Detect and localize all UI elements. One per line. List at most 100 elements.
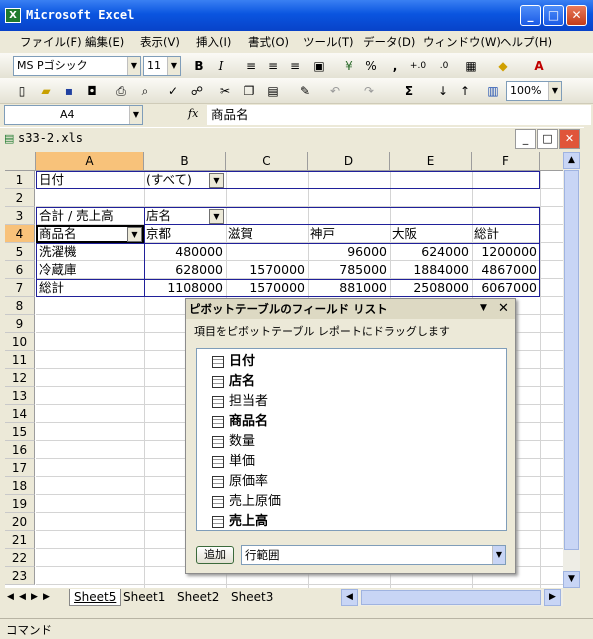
row-header[interactable]: 14 [5, 405, 35, 423]
column-field-dropdown-icon[interactable]: ▼ [209, 209, 224, 224]
align-left-icon[interactable]: ≡ [242, 57, 260, 75]
workbook-maximize-button[interactable]: □ [537, 129, 558, 149]
next-sheet-icon[interactable]: ▶ [31, 589, 38, 606]
align-right-icon[interactable]: ≡ [286, 57, 304, 75]
pivot-value-cell[interactable]: 2508000 [390, 279, 472, 297]
row-header[interactable]: 16 [5, 441, 35, 459]
workbook-close-button[interactable]: ✕ [559, 129, 580, 149]
pivot-value-cell[interactable]: 1884000 [390, 261, 472, 279]
percent-button[interactable]: % [362, 57, 380, 75]
field-item[interactable]: 数量 [212, 432, 255, 452]
prev-sheet-icon[interactable]: ◀ [19, 589, 26, 606]
menu-format[interactable]: 書式(O) [248, 34, 289, 50]
font-color-icon[interactable]: A [530, 57, 548, 75]
panel-dropdown-icon[interactable]: ▼ [480, 303, 487, 313]
spelling-icon[interactable]: ✓ [164, 82, 182, 100]
decrease-decimal-button[interactable]: .0 [432, 57, 456, 75]
menu-window[interactable]: ウィンドウ(W) [423, 34, 501, 50]
area-select[interactable]: 行範囲 ▼ [241, 545, 506, 565]
pivot-value-cell[interactable]: 628000 [144, 261, 226, 279]
maximize-button[interactable]: □ [543, 5, 564, 26]
column-header-c[interactable]: C [226, 152, 308, 171]
field-item[interactable]: 売上原価 [212, 492, 281, 512]
align-center-icon[interactable]: ≡ [264, 57, 282, 75]
pivot-value-cell[interactable]: 6067000 [472, 279, 540, 297]
sheet-tab[interactable]: Sheet2 [177, 589, 219, 606]
column-header-f[interactable]: F [472, 152, 540, 171]
print-preview-icon[interactable]: ⌕ [136, 82, 154, 100]
redo-icon[interactable]: ↷ [360, 82, 378, 100]
pivot-value-cell[interactable]: 1570000 [226, 261, 308, 279]
select-all-corner[interactable] [5, 152, 36, 171]
formula-input[interactable]: 商品名 [207, 105, 591, 125]
vertical-scrollbar[interactable]: ▲ ▼ [563, 152, 580, 588]
zoom-select[interactable]: 100% ▼ [506, 81, 562, 101]
scroll-left-icon[interactable]: ◀ [341, 589, 358, 606]
pivot-value-cell[interactable] [226, 243, 308, 261]
borders-icon[interactable]: ▦ [462, 57, 480, 75]
row-header[interactable]: 3 [5, 207, 35, 225]
scroll-down-icon[interactable]: ▼ [563, 571, 580, 588]
fx-icon[interactable]: fx [188, 107, 198, 120]
pivot-value-cell[interactable]: 1108000 [144, 279, 226, 297]
save-icon[interactable]: ▪ [60, 82, 78, 100]
row-header[interactable]: 20 [5, 513, 35, 531]
menu-tools[interactable]: ツール(T) [303, 34, 354, 50]
comma-button[interactable]: , [386, 57, 404, 75]
column-header-d[interactable]: D [308, 152, 390, 171]
row-header[interactable]: 5 [5, 243, 35, 261]
menu-view[interactable]: 表示(V) [140, 34, 180, 50]
field-item[interactable]: 担当者 [212, 392, 268, 412]
sheet-tab[interactable]: Sheet3 [231, 589, 273, 606]
permission-icon[interactable]: ◘ [83, 82, 101, 100]
cut-icon[interactable]: ✂ [216, 82, 234, 100]
scroll-right-icon[interactable]: ▶ [544, 589, 561, 606]
fill-color-icon[interactable]: ◆ [494, 57, 512, 75]
menu-file[interactable]: ファイル(F) [20, 34, 82, 50]
font-select[interactable]: MS Pゴシック ▼ [13, 56, 141, 76]
minimize-button[interactable]: _ [520, 5, 541, 26]
row-header[interactable]: 7 [5, 279, 35, 297]
row-header[interactable]: 15 [5, 423, 35, 441]
column-header-a[interactable]: A [36, 152, 144, 171]
font-size-select[interactable]: 11 ▼ [143, 56, 181, 76]
page-field-dropdown-icon[interactable]: ▼ [209, 173, 224, 188]
column-header-g[interactable] [540, 152, 563, 171]
print-icon[interactable]: ⎙ [112, 82, 130, 100]
field-item[interactable]: 店名 [212, 372, 255, 392]
first-sheet-icon[interactable]: ◀ [7, 589, 14, 606]
undo-icon[interactable]: ↶ [326, 82, 344, 100]
pivot-value-cell[interactable]: 1200000 [472, 243, 540, 261]
row-header[interactable]: 18 [5, 477, 35, 495]
column-header-b[interactable]: B [144, 152, 226, 171]
row-header[interactable]: 23 [5, 567, 35, 585]
field-item[interactable]: 単価 [212, 452, 255, 472]
page-field-value[interactable]: (すべて) [146, 171, 192, 189]
pivot-value-cell[interactable]: 1570000 [226, 279, 308, 297]
row-header[interactable]: 8 [5, 297, 35, 315]
format-painter-icon[interactable]: ✎ [296, 82, 314, 100]
column-header-e[interactable]: E [390, 152, 472, 171]
field-item[interactable]: 売上高 [212, 512, 268, 532]
row-header[interactable]: 2 [5, 189, 35, 207]
last-sheet-icon[interactable]: ▶ [43, 589, 50, 606]
merge-center-icon[interactable]: ▣ [310, 57, 328, 75]
horizontal-scrollbar[interactable]: ◀ ▶ [341, 589, 563, 606]
close-button[interactable]: ✕ [566, 5, 587, 26]
row-header[interactable]: 1 [5, 171, 35, 189]
menu-help[interactable]: ヘルプ(H) [500, 34, 552, 50]
research-icon[interactable]: ☍ [188, 82, 206, 100]
italic-button[interactable]: I [212, 57, 230, 75]
pivot-value-cell[interactable]: 785000 [308, 261, 390, 279]
copy-icon[interactable]: ❐ [240, 82, 258, 100]
horizontal-scroll-thumb[interactable] [361, 590, 541, 605]
sort-descending-icon[interactable]: ↑ [456, 82, 474, 100]
row-header[interactable]: 19 [5, 495, 35, 513]
row-header[interactable]: 11 [5, 351, 35, 369]
row-header[interactable]: 6 [5, 261, 35, 279]
increase-decimal-button[interactable]: +.0 [406, 57, 430, 75]
row-field-dropdown-icon[interactable]: ▼ [127, 227, 142, 242]
bold-button[interactable]: B [190, 57, 208, 75]
currency-icon[interactable]: ¥ [340, 57, 358, 75]
row-header[interactable]: 21 [5, 531, 35, 549]
